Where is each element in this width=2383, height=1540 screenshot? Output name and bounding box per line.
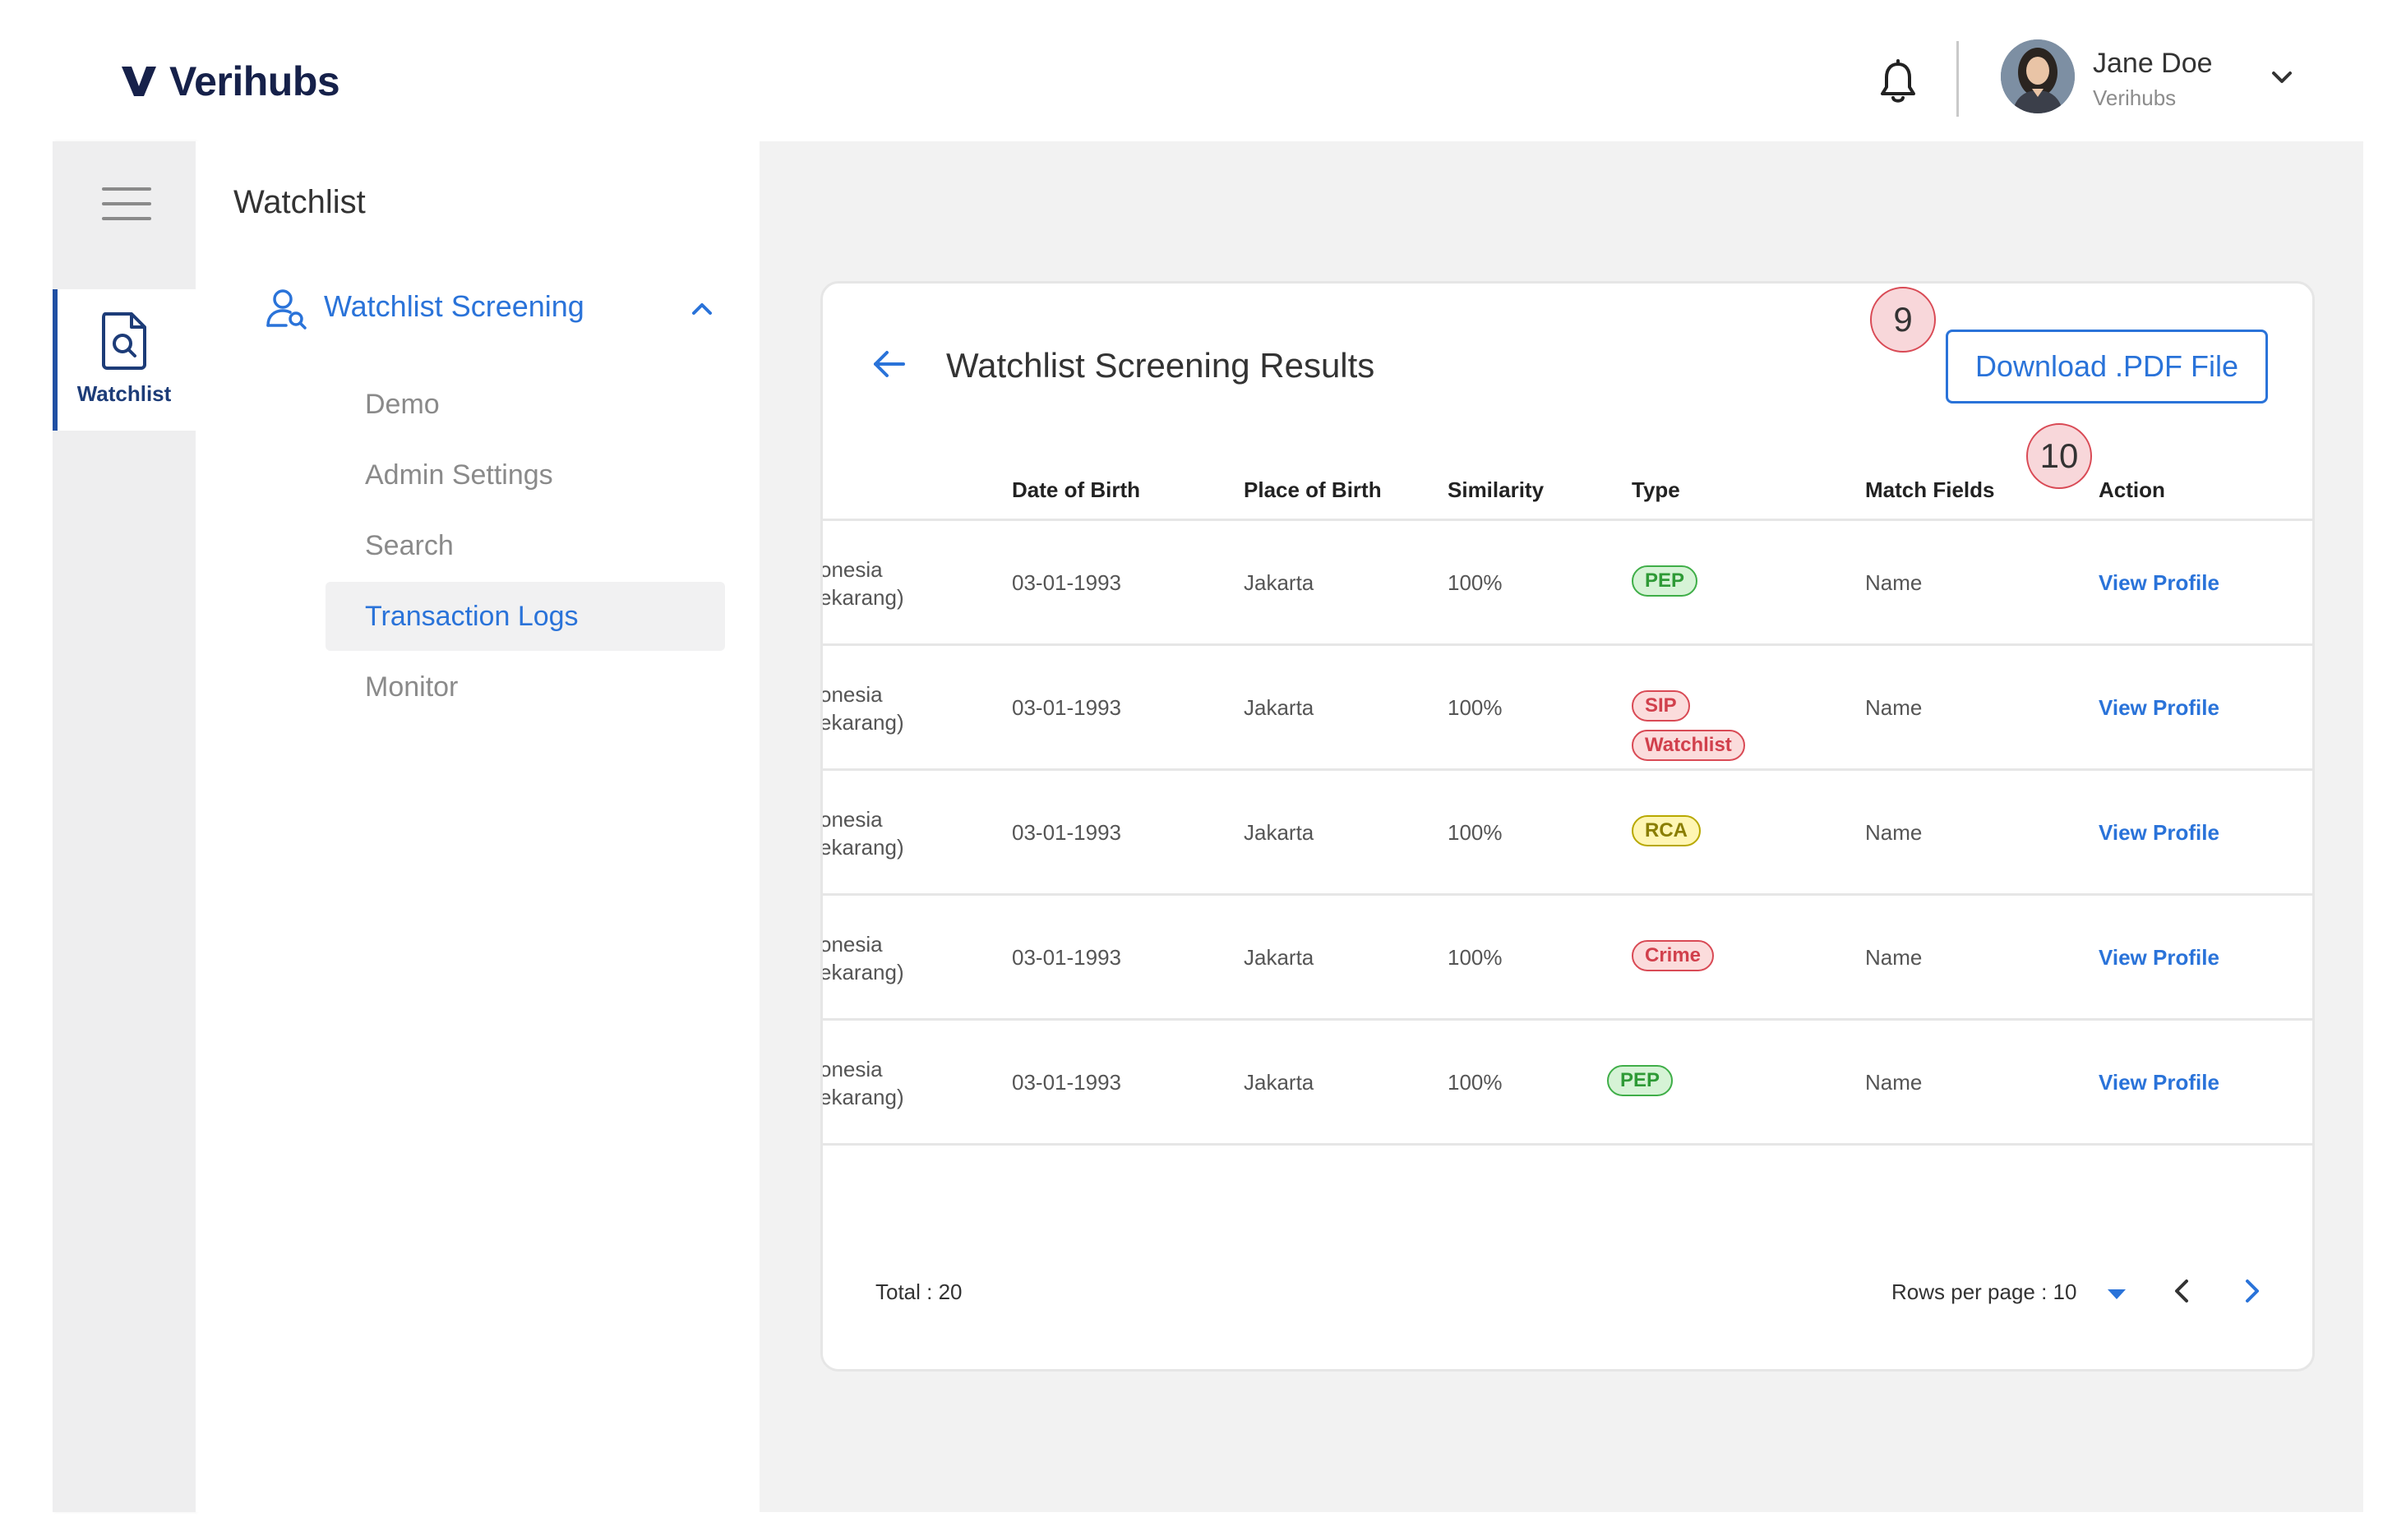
sidebar-item-search[interactable]: Search — [326, 511, 725, 580]
similarity-cell: 100% — [1448, 1070, 1503, 1095]
page: Verihubs Jane Doe Verihubs Watchlist Wat… — [0, 0, 2383, 1540]
brand-logo[interactable]: Verihubs — [120, 58, 340, 105]
name-cell-line-1: onesia — [820, 932, 883, 957]
dob-cell: 03-01-1993 — [1012, 945, 1121, 970]
table-row: onesia ekarang) 03-01-1993 Jakarta 100% … — [820, 521, 2312, 646]
user-search-icon — [266, 289, 307, 330]
sidebar-title: Watchlist — [233, 184, 366, 220]
name-cell-line-2: ekarang) — [820, 960, 904, 984]
left-rail: Watchlist — [53, 141, 196, 1512]
chevron-left-icon[interactable] — [2171, 1276, 2192, 1306]
match-fields-cell: Name — [1865, 695, 1923, 720]
step-badge-9: 9 — [1870, 287, 1936, 353]
sidebar-item-admin-settings[interactable]: Admin Settings — [326, 440, 725, 509]
chevron-right-icon[interactable] — [2242, 1276, 2263, 1306]
table-row: onesia ekarang) 03-01-1993 Jakarta 100% … — [820, 896, 2312, 1021]
table-row: onesia ekarang) 03-01-1993 Jakarta 100% … — [820, 771, 2312, 896]
sidebar-item-monitor[interactable]: Monitor — [326, 652, 725, 722]
pob-cell: Jakarta — [1244, 695, 1314, 720]
view-profile-link[interactable]: View Profile — [2099, 695, 2219, 721]
name-cell-line-2: ekarang) — [820, 585, 904, 610]
rail-active-indicator — [53, 289, 58, 431]
view-profile-link[interactable]: View Profile — [2099, 945, 2219, 971]
match-fields-cell: Name — [1865, 570, 1923, 595]
match-fields-cell: Name — [1865, 1070, 1923, 1095]
column-header-date-of-birth[interactable]: Date of Birth — [1012, 477, 1140, 503]
column-header-place-of-birth[interactable]: Place of Birth — [1244, 477, 1382, 503]
type-tag-pep: PEP — [1607, 1065, 1674, 1096]
name-cell-line-1: onesia — [820, 557, 883, 582]
table-row: onesia ekarang) 03-01-1993 Jakarta 100% … — [820, 646, 2312, 771]
sidebar-item-demo[interactable]: Demo — [326, 370, 725, 439]
similarity-cell: 100% — [1448, 570, 1503, 595]
type-tag-sip: SIP — [1632, 690, 1690, 722]
pob-cell: Jakarta — [1244, 1070, 1314, 1095]
column-header-match-fields[interactable]: Match Fields — [1865, 477, 1994, 503]
similarity-cell: 100% — [1448, 820, 1503, 845]
view-profile-link[interactable]: View Profile — [2099, 570, 2219, 596]
name-cell-line-2: ekarang) — [820, 1085, 904, 1109]
verihubs-logo-icon — [122, 67, 156, 96]
rows-per-page-select[interactable]: Rows per page : 10 — [1891, 1279, 2076, 1305]
name-cell-line-1: onesia — [820, 807, 883, 832]
name-cell-line-2: ekarang) — [820, 835, 904, 860]
back-arrow-icon[interactable] — [871, 348, 908, 380]
hamburger-menu-icon[interactable] — [102, 187, 151, 224]
dob-cell: 03-01-1993 — [1012, 1070, 1121, 1095]
pob-cell: Jakarta — [1244, 820, 1314, 845]
column-header-action[interactable]: Action — [2099, 477, 2165, 503]
similarity-cell: 100% — [1448, 695, 1503, 720]
type-tag-crime: Crime — [1632, 940, 1715, 971]
header-divider — [1956, 41, 1959, 117]
pob-cell: Jakarta — [1244, 945, 1314, 970]
page-title: Watchlist Screening Results — [946, 346, 1375, 385]
dob-cell: 03-01-1993 — [1012, 570, 1121, 595]
user-organization: Verihubs — [2093, 85, 2177, 110]
match-fields-cell: Name — [1865, 820, 1923, 845]
caret-down-icon[interactable] — [2105, 1286, 2128, 1303]
document-search-icon — [102, 312, 146, 370]
results-card: Watchlist Screening Results 9 Download .… — [820, 281, 2315, 1372]
pob-cell: Jakarta — [1244, 570, 1314, 595]
type-tag-watchlist: Watchlist — [1632, 730, 1745, 761]
step-badge-10: 10 — [2026, 423, 2092, 489]
type-tag-rca: RCA — [1632, 815, 1701, 846]
column-header-similarity[interactable]: Similarity — [1448, 477, 1544, 503]
view-profile-link[interactable]: View Profile — [2099, 820, 2219, 846]
nav-group-watchlist-screening[interactable]: Watchlist Screening — [324, 289, 584, 324]
chevron-down-icon[interactable] — [2269, 66, 2295, 89]
name-cell-line-1: onesia — [820, 682, 883, 707]
avatar[interactable] — [2001, 39, 2075, 113]
similarity-cell: 100% — [1448, 945, 1503, 970]
name-cell-line-1: onesia — [820, 1057, 883, 1081]
table-row: onesia ekarang) 03-01-1993 Jakarta 100% … — [820, 1021, 2312, 1146]
user-name[interactable]: Jane Doe — [2093, 48, 2213, 80]
bell-icon[interactable] — [1877, 59, 1919, 105]
download-pdf-button[interactable]: Download .PDF File — [1946, 330, 2268, 403]
sub-sidebar: Watchlist Watchlist Screening Demo Admin… — [196, 141, 760, 1512]
total-count: Total : 20 — [875, 1279, 963, 1304]
brand-name: Verihubs — [169, 58, 340, 104]
sidebar-item-transaction-logs[interactable]: Transaction Logs — [326, 582, 725, 651]
type-tag-pep: PEP — [1632, 565, 1698, 597]
main-content: Watchlist Screening Results 9 Download .… — [760, 141, 2363, 1512]
chevron-up-icon[interactable] — [689, 299, 715, 319]
match-fields-cell: Name — [1865, 945, 1923, 970]
column-header-type[interactable]: Type — [1632, 477, 1680, 503]
name-cell-line-2: ekarang) — [820, 710, 904, 735]
rail-item-label: Watchlist — [76, 381, 172, 406]
top-header: Verihubs Jane Doe Verihubs — [0, 0, 2383, 141]
dob-cell: 03-01-1993 — [1012, 695, 1121, 720]
view-profile-link[interactable]: View Profile — [2099, 1070, 2219, 1095]
dob-cell: 03-01-1993 — [1012, 820, 1121, 845]
user-avatar-icon — [2001, 39, 2075, 113]
